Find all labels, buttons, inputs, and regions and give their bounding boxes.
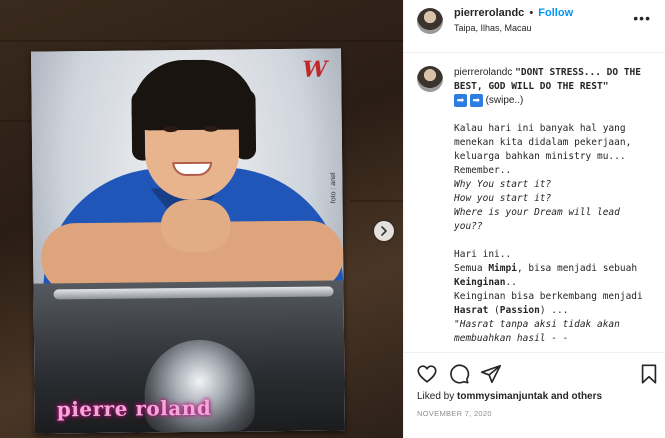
more-icon[interactable]: ••• — [633, 10, 651, 26]
separator-dot: • — [529, 7, 534, 19]
arrow-right-emoji-icon: ➡ — [469, 94, 483, 107]
poster: W foto : ariel pierre roland — [31, 48, 345, 434]
avatar[interactable] — [417, 66, 443, 92]
post-side-panel: pierrerolandc • Follow Taipa, Ilhas, Mac… — [403, 0, 665, 438]
post-date[interactable]: NOVEMBER 7, 2020 — [417, 409, 492, 418]
caption-question: Why You start it? — [454, 179, 552, 191]
caption-line: Keinginan bisa berkembang menjadi — [454, 291, 643, 303]
caption-text: pierrerolandc "DONT STRESS... DO THE BES… — [454, 66, 654, 346]
header-user-line: pierrerolandc • Follow — [454, 7, 573, 19]
wood-grain — [350, 200, 403, 202]
post-header: pierrerolandc • Follow Taipa, Ilhas, Mac… — [404, 0, 665, 53]
follow-button[interactable]: Follow — [538, 7, 573, 19]
poster-title: pierre roland — [56, 395, 212, 422]
poster-logo: W — [302, 56, 328, 83]
hands — [160, 199, 232, 253]
post-photo[interactable]: W foto : ariel pierre roland — [0, 0, 403, 438]
next-image-button[interactable] — [374, 221, 394, 241]
caption-paragraph: Kalau hari ini banyak hal yang menekan k… — [454, 123, 632, 177]
heart-icon[interactable] — [416, 363, 438, 385]
swipe-text: (swipe..) — [485, 95, 524, 107]
avatar[interactable] — [417, 8, 443, 34]
caption-line: "Hasrat tanpa aksi tidak akan membuahkan… — [454, 319, 620, 345]
header-username[interactable]: pierrerolandc — [454, 7, 524, 19]
comment-icon[interactable] — [448, 363, 470, 385]
bookmark-icon[interactable] — [638, 363, 660, 385]
caption-line: Hari ini.. — [454, 249, 512, 261]
caption-question: Where is your Dream will lead you?? — [454, 207, 620, 233]
arrow-right-emoji-icon: ➡ — [454, 94, 467, 107]
caption-line: Semua Mimpi, bisa menjadi sebuah — [454, 263, 638, 275]
chevron-right-icon — [381, 226, 387, 236]
likes-suffix[interactable]: and others — [548, 391, 602, 402]
caption-line: Hasrat (Passion) ... — [454, 305, 569, 317]
caption: pierrerolandc "DONT STRESS... DO THE BES… — [417, 66, 657, 348]
caption-line: Keinginan.. — [454, 277, 517, 289]
share-icon[interactable] — [480, 363, 502, 385]
liked-by-user[interactable]: tommysimanjuntak — [457, 391, 548, 402]
wood-grain — [0, 40, 403, 42]
caption-username[interactable]: pierrerolandc — [454, 67, 512, 78]
photo-credit: foto : ariel — [330, 172, 338, 204]
likes-line: Liked by tommysimanjuntak and others — [417, 391, 602, 402]
caption-question: How you start it? — [454, 193, 552, 205]
post-actions: Liked by tommysimanjuntak and others NOV… — [404, 352, 665, 438]
location-link[interactable]: Taipa, Ilhas, Macau — [454, 23, 532, 33]
likes-prefix: Liked by — [417, 391, 458, 402]
